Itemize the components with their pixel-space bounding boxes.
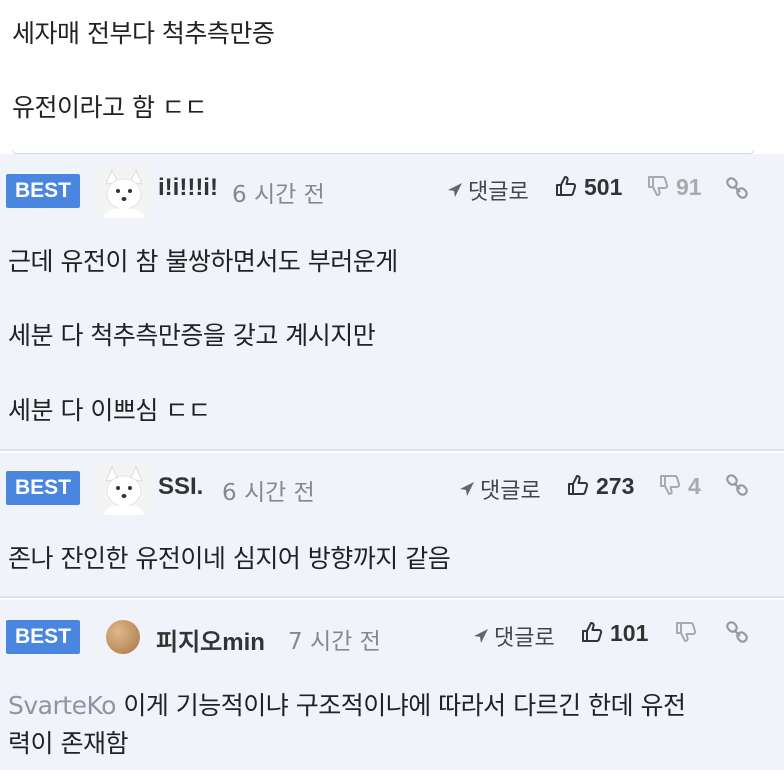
post-body: 세자매 전부다 척추측만증 유전이라고 함 ㄷㄷ: [0, 0, 784, 154]
best-badge: BEST: [6, 471, 80, 505]
link-icon[interactable]: [724, 473, 750, 499]
link-icon[interactable]: [724, 176, 750, 202]
upvote-button[interactable]: 273: [566, 473, 634, 503]
reply-label: 댓글로: [480, 479, 541, 504]
comment-time: 7 시간 전: [288, 629, 381, 655]
avatar[interactable]: [98, 166, 150, 218]
upvote-count: 101: [610, 620, 649, 647]
link-icon[interactable]: [724, 620, 750, 646]
best-badge: BEST: [6, 174, 80, 208]
comment-text: 존나 잔인한 유전이네 심지어 방향까지 같음: [8, 544, 451, 573]
thumbs-up-icon: [580, 620, 604, 650]
post-line: 유전이라고 함 ㄷㄷ: [12, 93, 207, 122]
upvote-count: 273: [596, 473, 635, 500]
comment-text: 세분 다 이쁘심 ㄷㄷ: [8, 396, 211, 425]
reply-mention[interactable]: SvarteKo: [8, 691, 116, 720]
best-badge: BEST: [6, 620, 80, 654]
reply-label: 댓글로: [494, 626, 555, 651]
downvote-count: 4: [688, 473, 701, 500]
thumbs-up-icon: [566, 473, 590, 503]
comment-time: 6 시간 전: [232, 182, 325, 208]
upvote-button[interactable]: 501: [554, 174, 622, 204]
comment-text: 력이 존재함: [8, 729, 128, 758]
thumbs-down-icon: [646, 174, 670, 204]
reply-arrow-icon: [446, 180, 464, 205]
thumbs-down-icon: [658, 473, 682, 503]
post-line: 세자매 전부다 척추측만증: [12, 19, 275, 48]
downvote-button[interactable]: 4: [658, 473, 701, 503]
comment-nickname[interactable]: i!i!!!i!: [158, 174, 218, 202]
reply-label: 댓글로: [468, 180, 529, 205]
avatar[interactable]: [98, 463, 150, 515]
arctic-fox-avatar-icon: [98, 166, 150, 218]
reply-arrow-icon: [472, 626, 490, 651]
comment-nickname[interactable]: 피지오min: [156, 622, 265, 657]
comment-text: 세분 다 척추측만증을 갖고 계시지만: [8, 321, 376, 350]
downvote-button[interactable]: [674, 620, 704, 650]
comment-text-content: 이게 기능적이냐 구조적이냐에 따라서 다르긴 한데 유전: [115, 691, 686, 720]
thumbs-up-icon: [554, 174, 578, 204]
arctic-fox-avatar-icon: [98, 463, 150, 515]
comment-nickname[interactable]: SSI.: [158, 473, 203, 501]
comment-item: BEST 피지오min 7 시간 전 댓글로 101 SvarteKo 이게 기…: [0, 600, 784, 770]
avatar[interactable]: [106, 620, 140, 654]
thumbs-down-icon: [674, 620, 698, 650]
upvote-button[interactable]: 101: [580, 620, 648, 650]
upvote-count: 501: [584, 174, 623, 201]
downvote-button[interactable]: 91: [646, 174, 702, 204]
comment-item: BEST SSI. 6 시간 전 댓글로 273 4 존나 잔인한 유전이네 심…: [0, 453, 784, 598]
comment-text: SvarteKo 이게 기능적이냐 구조적이냐에 따라서 다르긴 한데 유전: [8, 686, 686, 722]
reply-button[interactable]: 댓글로: [446, 174, 529, 206]
comment-text: 근데 유전이 참 불쌍하면서도 부러운게: [8, 247, 398, 276]
comment-item: BEST i!i!!!i! 6 시간 전 댓글로 501 91 근데 유전이 참…: [0, 154, 784, 451]
comment-time: 6 시간 전: [222, 480, 315, 506]
downvote-count: 91: [676, 174, 702, 201]
reply-arrow-icon: [458, 479, 476, 504]
reply-button[interactable]: 댓글로: [472, 620, 555, 652]
reply-button[interactable]: 댓글로: [458, 473, 541, 505]
